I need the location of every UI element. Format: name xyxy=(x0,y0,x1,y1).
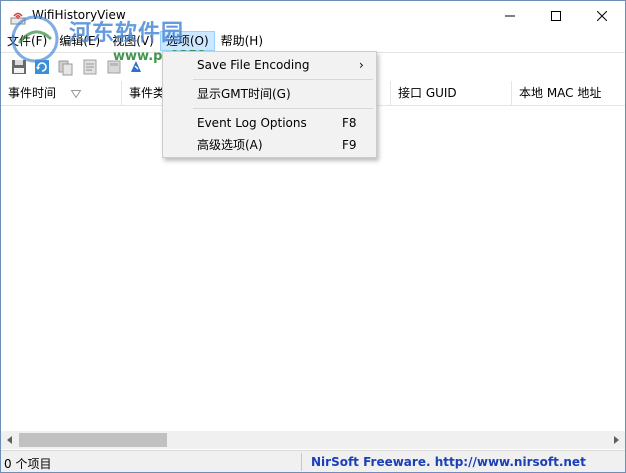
title-bar[interactable]: WifiHistoryView xyxy=(1,1,625,31)
maximize-icon xyxy=(551,11,561,21)
html-report-icon[interactable] xyxy=(105,58,123,76)
app-window: WifiHistoryView 文件(F) 编辑(E) 视图(V) 选项(O) … xyxy=(0,0,626,473)
wifi-app-icon xyxy=(10,12,26,25)
about-icon[interactable] xyxy=(127,58,145,76)
menu-item-save-file-encoding[interactable]: Save File Encoding › xyxy=(165,54,374,76)
submenu-arrow-icon: › xyxy=(359,58,364,72)
maximize-button[interactable] xyxy=(533,1,579,31)
menu-item-advanced-options[interactable]: 高级选项(A) F9 xyxy=(165,134,374,156)
copy-icon[interactable] xyxy=(57,58,75,76)
nirsoft-link[interactable]: NirSoft Freeware. http://www.nirsoft.net xyxy=(311,455,586,469)
item-count: 0 个项目 xyxy=(4,457,52,471)
column-event-time[interactable]: 事件时间 xyxy=(1,81,122,106)
chevron-left-icon xyxy=(7,436,12,444)
minimize-button[interactable] xyxy=(487,1,533,31)
status-bar: 0 个项目 NirSoft Freeware. http://www.nirso… xyxy=(1,450,625,472)
menu-edit[interactable]: 编辑(E) xyxy=(53,31,106,51)
menu-bar: 文件(F) 编辑(E) 视图(V) 选项(O) 帮助(H) xyxy=(1,31,625,51)
column-interface-guid[interactable]: 接口 GUID xyxy=(391,81,512,106)
menu-options[interactable]: 选项(O) xyxy=(159,31,215,51)
close-button[interactable] xyxy=(579,1,625,31)
menu-separator xyxy=(193,79,373,80)
scrollbar-thumb[interactable] xyxy=(19,433,167,447)
minimize-icon xyxy=(505,15,515,17)
refresh-icon[interactable] xyxy=(33,58,51,76)
column-local-mac[interactable]: 本地 MAC 地址 xyxy=(512,81,625,106)
chevron-right-icon xyxy=(614,436,619,444)
window-title: WifiHistoryView xyxy=(32,8,126,22)
options-menu: Save File Encoding › 显示GMT时间(G) Event Lo… xyxy=(162,51,377,158)
menu-help[interactable]: 帮助(H) xyxy=(215,31,269,51)
menu-separator xyxy=(193,108,373,109)
menu-item-event-log-options[interactable]: Event Log Options F8 xyxy=(165,112,374,134)
sort-ascending-icon xyxy=(71,90,81,98)
status-divider xyxy=(301,453,302,471)
scroll-right-button[interactable] xyxy=(607,431,625,449)
close-icon xyxy=(597,11,607,21)
menu-view[interactable]: 视图(V) xyxy=(106,31,160,51)
save-icon[interactable] xyxy=(10,58,28,76)
scroll-left-button[interactable] xyxy=(1,431,19,449)
horizontal-scrollbar[interactable] xyxy=(1,431,625,449)
menu-item-show-gmt-time[interactable]: 显示GMT时间(G) xyxy=(165,83,374,105)
properties-icon[interactable] xyxy=(81,58,99,76)
menu-file[interactable]: 文件(F) xyxy=(1,31,53,51)
